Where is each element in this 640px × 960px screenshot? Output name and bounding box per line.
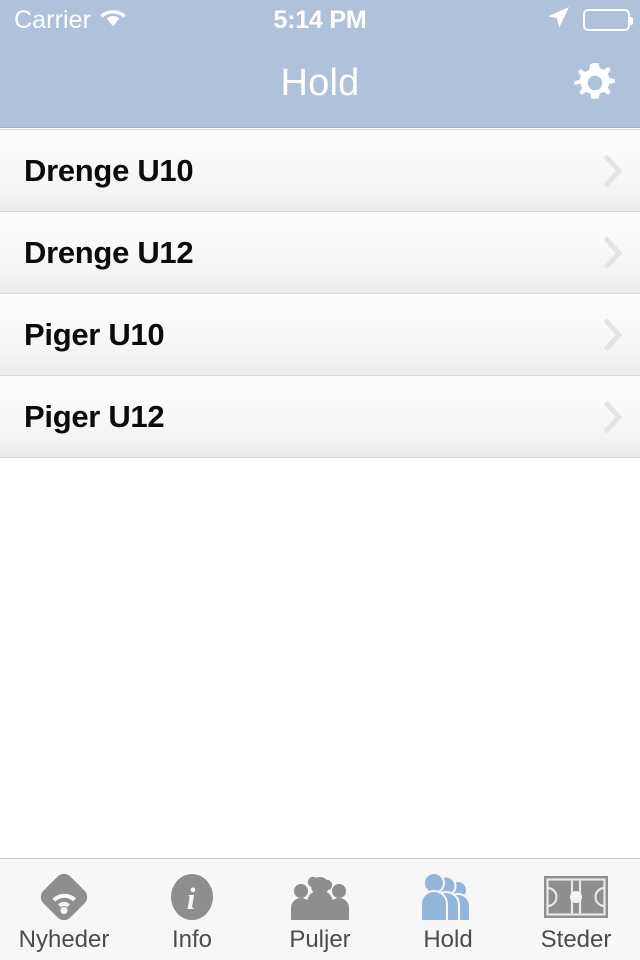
info-circle-icon: i bbox=[164, 869, 220, 925]
tab-puljer[interactable]: Puljer bbox=[256, 859, 384, 960]
tab-info[interactable]: i Info bbox=[128, 859, 256, 960]
tab-bar: Nyheder i Info Puljer Hold Steder bbox=[0, 858, 640, 960]
tab-label: Puljer bbox=[289, 926, 351, 953]
chevron-right-icon bbox=[602, 318, 624, 352]
app-screen: Carrier 5:14 PM Hold Drenge U10 Drenge U… bbox=[0, 0, 640, 960]
row-title: Piger U12 bbox=[24, 399, 165, 434]
table-row[interactable]: Piger U12 bbox=[0, 376, 640, 458]
location-arrow-icon bbox=[546, 5, 571, 35]
status-bar-right bbox=[546, 0, 633, 40]
row-title: Drenge U10 bbox=[24, 153, 194, 188]
tab-hold[interactable]: Hold bbox=[384, 859, 512, 960]
teams-list: Drenge U10 Drenge U12 Piger U10 Piger U1… bbox=[0, 129, 640, 458]
table-row[interactable]: Drenge U10 bbox=[0, 130, 640, 212]
status-bar: Carrier 5:14 PM bbox=[0, 0, 640, 40]
team-people-icon bbox=[419, 869, 477, 925]
tab-label: Steder bbox=[540, 926, 612, 953]
pitch-field-icon bbox=[542, 869, 610, 925]
row-title: Piger U10 bbox=[24, 317, 165, 352]
tab-label: Hold bbox=[423, 926, 473, 953]
page-title: Hold bbox=[280, 62, 360, 104]
rss-news-icon bbox=[36, 869, 92, 925]
chevron-right-icon bbox=[602, 400, 624, 434]
table-row[interactable]: Piger U10 bbox=[0, 294, 640, 376]
tab-label: Info bbox=[171, 926, 213, 953]
group-people-icon bbox=[289, 869, 351, 925]
navigation-bar: Hold bbox=[0, 40, 640, 128]
row-title: Drenge U12 bbox=[24, 235, 194, 270]
tab-label: Nyheder bbox=[18, 926, 110, 953]
table-row[interactable]: Drenge U12 bbox=[0, 212, 640, 294]
svg-text:i: i bbox=[187, 881, 196, 916]
chevron-right-icon bbox=[602, 236, 624, 270]
tab-nyheder[interactable]: Nyheder bbox=[0, 859, 128, 960]
status-bar-center: 5:14 PM bbox=[0, 0, 640, 40]
gear-icon[interactable] bbox=[573, 62, 617, 106]
chevron-right-icon bbox=[602, 154, 624, 188]
tab-steder[interactable]: Steder bbox=[512, 859, 640, 960]
battery-icon bbox=[583, 9, 633, 31]
clock-label: 5:14 PM bbox=[273, 5, 367, 34]
